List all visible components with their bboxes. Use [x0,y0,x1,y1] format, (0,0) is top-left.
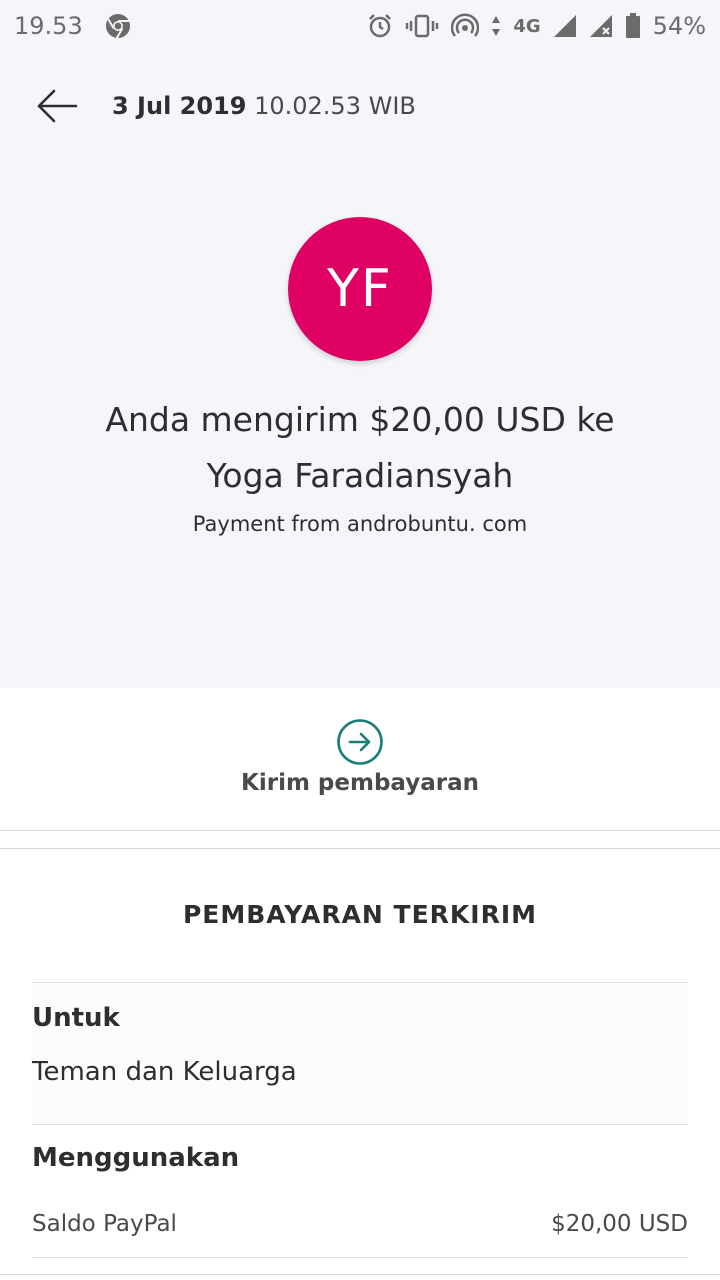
payment-note: Payment from androbuntu. com [192,512,528,536]
divider [0,1274,720,1275]
section-title: PEMBAYARAN TERKIRIM [182,900,538,929]
funding-amount: $20,00 USD [551,1211,688,1237]
transaction-datetime: 3 Jul 2019 10.02.53 WIB [112,92,416,120]
for-value: Teman dan Keluarga [32,1057,297,1087]
transaction-date: 3 Jul 2019 [112,92,247,120]
transaction-headline: Anda mengirim $20,00 USD ke Yoga Faradia… [40,392,680,504]
status-bar: 19.53 4G 54% [0,0,720,52]
chrome-icon [105,13,131,39]
detail-using: Menggunakan Saldo PayPal $20,00 USD [32,1124,688,1258]
back-button[interactable] [34,86,80,126]
arrow-right-circle-icon [337,719,383,765]
divider [0,830,720,831]
headline-line-1: Anda mengirim $20,00 USD ke [105,400,615,439]
signal-no-sim-icon [589,14,613,38]
recipient-avatar: YF [288,217,432,361]
divider [0,848,720,849]
battery-percent: 54% [652,12,706,40]
funding-source: Saldo PayPal [32,1211,177,1237]
signal-icon [553,14,577,38]
hotspot-icon [451,13,480,39]
send-payment-label[interactable]: Kirim pembayaran [0,770,720,796]
status-time: 19.53 [14,12,83,40]
network-type: 4G [513,15,541,37]
transaction-time: 10.02.53 WIB [254,92,416,120]
transaction-header: 3 Jul 2019 10.02.53 WIB YF Anda mengirim… [0,52,720,688]
battery-icon [625,13,641,39]
using-label: Menggunakan [32,1143,240,1173]
data-arrows-icon [491,15,501,37]
send-payment-button[interactable] [336,718,384,766]
send-payment-action: Kirim pembayaran [0,688,720,830]
detail-for: Untuk Teman dan Keluarga [32,982,688,1124]
arrow-left-icon [37,89,78,123]
vibrate-icon [405,13,439,39]
for-label: Untuk [32,1003,120,1033]
alarm-icon [367,13,393,39]
headline-line-2: Yoga Faradiansyah [206,456,514,495]
